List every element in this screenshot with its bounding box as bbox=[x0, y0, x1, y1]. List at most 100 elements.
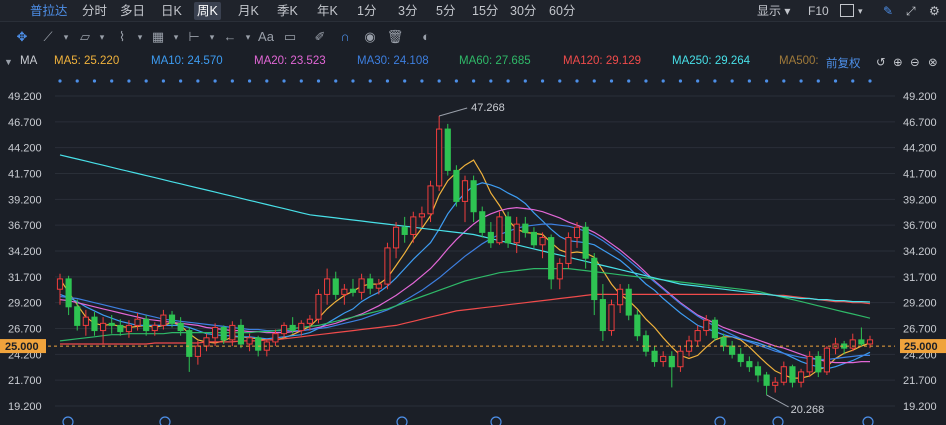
event-marker[interactable] bbox=[403, 79, 407, 83]
event-badge-icon[interactable] bbox=[396, 416, 408, 425]
candle-body[interactable] bbox=[815, 355, 822, 373]
candle-body[interactable] bbox=[237, 324, 245, 345]
pen-icon[interactable]: ✎ bbox=[883, 2, 893, 20]
candle-body[interactable] bbox=[591, 257, 598, 301]
event-marker[interactable] bbox=[506, 79, 510, 83]
event-marker[interactable] bbox=[696, 79, 700, 83]
event-badge-icon[interactable] bbox=[714, 416, 726, 425]
candle-body[interactable] bbox=[143, 318, 150, 332]
eraser-icon[interactable]: ✐ bbox=[310, 28, 330, 46]
candle-body[interactable] bbox=[720, 337, 727, 347]
event-marker[interactable] bbox=[368, 79, 372, 83]
candle-body[interactable] bbox=[565, 237, 572, 264]
candle-body[interactable] bbox=[729, 345, 736, 355]
event-marker[interactable] bbox=[678, 79, 683, 83]
event-marker[interactable] bbox=[110, 79, 114, 83]
tab-timeframe[interactable]: 月K bbox=[235, 2, 262, 20]
settings-icon[interactable]: ⚙ bbox=[929, 2, 940, 20]
candle-body[interactable] bbox=[65, 278, 72, 308]
candle-body[interactable] bbox=[298, 322, 305, 332]
candle-body[interactable] bbox=[763, 374, 770, 386]
candle-body[interactable] bbox=[358, 278, 365, 293]
event-marker[interactable] bbox=[644, 79, 648, 83]
candle-body[interactable] bbox=[229, 324, 236, 341]
magnet-icon[interactable]: ∩ bbox=[335, 28, 355, 46]
candle-body[interactable] bbox=[306, 318, 313, 324]
tab-timeframe[interactable]: 1分 bbox=[354, 2, 379, 20]
candle-body[interactable] bbox=[341, 288, 348, 295]
tab-timeframe[interactable]: 3分 bbox=[395, 2, 420, 20]
event-marker[interactable] bbox=[489, 79, 493, 83]
candle-body[interactable] bbox=[599, 299, 606, 332]
tab-timeframe[interactable]: 5分 bbox=[433, 2, 458, 20]
wave-tool-icon[interactable]: ⌇ bbox=[112, 28, 132, 46]
event-marker[interactable] bbox=[385, 79, 390, 83]
event-marker[interactable] bbox=[540, 79, 545, 83]
event-marker[interactable] bbox=[230, 79, 234, 83]
candle-body[interactable] bbox=[332, 278, 339, 295]
candle-body[interactable] bbox=[367, 278, 374, 289]
candle-body[interactable] bbox=[625, 288, 632, 316]
event-marker[interactable] bbox=[747, 79, 751, 83]
event-marker[interactable] bbox=[868, 79, 872, 83]
event-badge-icon[interactable] bbox=[490, 416, 502, 425]
event-marker[interactable] bbox=[661, 79, 665, 83]
event-marker[interactable] bbox=[265, 79, 269, 83]
event-marker[interactable] bbox=[558, 79, 562, 83]
remove-icon[interactable]: ⊖ bbox=[910, 55, 920, 69]
candle-body[interactable] bbox=[711, 319, 718, 339]
candle-body[interactable] bbox=[315, 293, 322, 320]
tab-timeframe[interactable]: 30分 bbox=[507, 2, 539, 20]
fib-tool-icon[interactable]: ▦ bbox=[148, 28, 168, 46]
event-marker[interactable] bbox=[351, 79, 355, 83]
candle-body[interactable] bbox=[427, 185, 434, 215]
event-badge-icon[interactable] bbox=[772, 416, 784, 425]
candle-body[interactable] bbox=[168, 314, 176, 324]
f10-button[interactable]: F10 bbox=[808, 2, 829, 20]
chevron-down-icon[interactable]: ▾ bbox=[202, 28, 222, 46]
candle-body[interactable] bbox=[134, 318, 141, 326]
line-tool-icon[interactable]: ⟋ bbox=[38, 28, 58, 46]
toggle-icon[interactable]: ◐ bbox=[416, 28, 436, 46]
candle-body[interactable] bbox=[849, 339, 856, 349]
candle-body[interactable] bbox=[634, 314, 641, 337]
candle-body[interactable] bbox=[453, 169, 460, 202]
event-marker[interactable] bbox=[420, 79, 424, 83]
event-marker[interactable] bbox=[833, 79, 838, 83]
candle-body[interactable] bbox=[866, 339, 874, 345]
event-marker[interactable] bbox=[609, 79, 614, 83]
expand-icon[interactable]: ⤢ bbox=[906, 2, 916, 20]
event-marker[interactable] bbox=[764, 79, 769, 83]
candle-body[interactable] bbox=[737, 353, 744, 363]
move-cursor-icon[interactable]: ✥ bbox=[12, 28, 32, 46]
event-marker[interactable] bbox=[713, 79, 717, 83]
candle-body[interactable] bbox=[349, 288, 357, 293]
chevron-down-icon[interactable]: ▾ bbox=[166, 28, 186, 46]
refresh-icon[interactable]: ↺ bbox=[876, 55, 886, 69]
tab-timeframe[interactable]: 周K bbox=[194, 2, 221, 20]
candle-body[interactable] bbox=[539, 237, 546, 246]
tab-timeframe[interactable]: 多日 bbox=[117, 2, 148, 20]
chevron-down-icon[interactable]: ▾ bbox=[130, 28, 150, 46]
candle-body[interactable] bbox=[694, 330, 701, 342]
candle-body[interactable] bbox=[418, 213, 425, 218]
chevron-down-icon[interactable]: ▾ bbox=[92, 28, 112, 46]
event-marker[interactable] bbox=[58, 79, 62, 83]
comment-tool-icon[interactable]: ▭ bbox=[280, 28, 300, 46]
candle-body[interactable] bbox=[642, 335, 650, 352]
tab-timeframe[interactable]: 季K bbox=[274, 2, 301, 20]
candle-body[interactable] bbox=[573, 226, 581, 239]
candle-body[interactable] bbox=[56, 278, 64, 290]
candle-body[interactable] bbox=[272, 333, 279, 343]
event-marker[interactable] bbox=[730, 79, 734, 83]
candle-body[interactable] bbox=[100, 322, 107, 332]
close-icon[interactable]: ⊗ bbox=[928, 55, 938, 69]
event-marker[interactable] bbox=[782, 79, 786, 83]
candle-body[interactable] bbox=[651, 350, 658, 363]
candle-body[interactable] bbox=[392, 226, 400, 249]
candle-body[interactable] bbox=[617, 288, 624, 306]
candle-body[interactable] bbox=[582, 226, 589, 259]
candle-body[interactable] bbox=[858, 339, 865, 345]
candle-body[interactable] bbox=[151, 324, 158, 332]
tab-timeframe[interactable]: 年K bbox=[314, 2, 341, 20]
